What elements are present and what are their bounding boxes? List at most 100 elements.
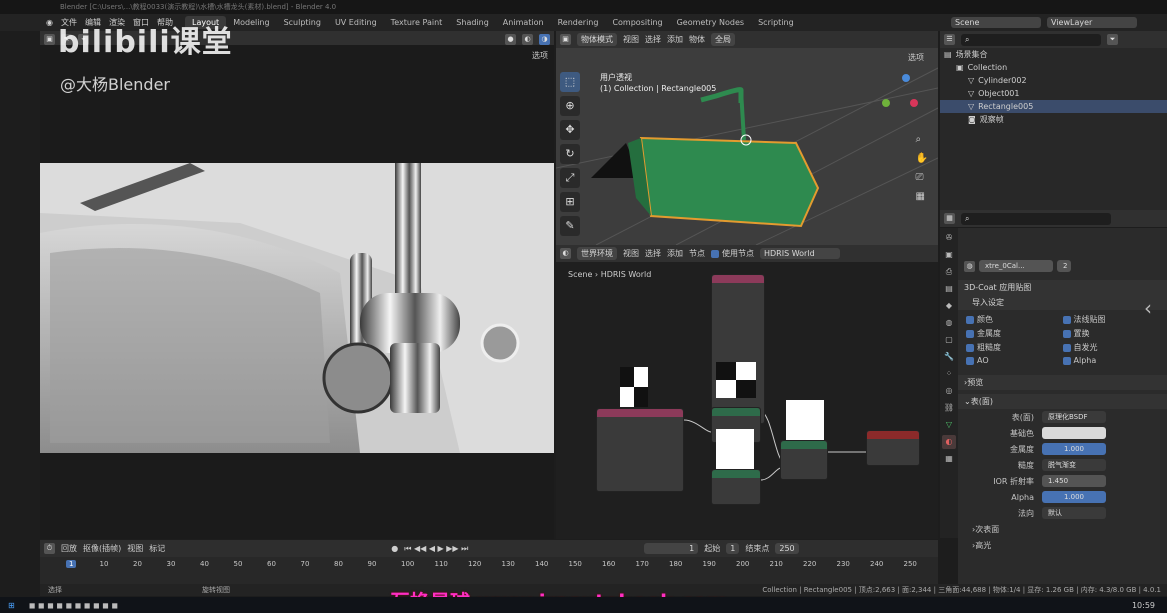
select-box-tool-icon[interactable]: ⬚: [560, 72, 580, 92]
viewport-menu-select[interactable]: 选择: [645, 34, 661, 45]
check-displacement[interactable]: 置换: [1062, 328, 1160, 339]
import-section-header[interactable]: 导入设定: [958, 295, 1167, 310]
annotate-tool-icon[interactable]: ✎: [560, 216, 580, 236]
specular-subpanel[interactable]: › 高光: [958, 537, 1167, 553]
end-frame-field[interactable]: 250: [775, 543, 799, 554]
windows-start-icon[interactable]: ⊞: [8, 601, 15, 610]
shading-material-icon[interactable]: ◐: [522, 34, 533, 45]
record-icon[interactable]: ●: [391, 544, 398, 553]
physics-tab-icon[interactable]: ◎: [942, 384, 956, 398]
taskbar-app-icons[interactable]: ◼ ◼ ◼ ◼ ◼ ◼ ◼ ◼ ◼ ◼: [29, 601, 118, 610]
view-layer-selector[interactable]: ViewLayer: [1047, 17, 1137, 28]
collection-tab-icon[interactable]: ▢: [942, 333, 956, 347]
surface-shader-field[interactable]: 原理化BSDF: [1042, 411, 1106, 423]
tab-sculpting[interactable]: Sculpting: [277, 16, 328, 29]
scene-tab-icon[interactable]: ◆: [942, 299, 956, 313]
object-mode-dropdown[interactable]: 物体模式: [577, 33, 617, 46]
use-nodes-checkbox[interactable]: 使用节点: [711, 248, 754, 259]
timeline-type-icon[interactable]: ⏱: [44, 543, 55, 554]
tool-tab-icon[interactable]: ✇: [942, 231, 956, 245]
constraints-tab-icon[interactable]: ⛓: [942, 401, 956, 415]
node-mix-group[interactable]: [711, 274, 765, 424]
tab-uv-editing[interactable]: UV Editing: [328, 16, 384, 29]
shading-solid-icon[interactable]: ●: [505, 34, 516, 45]
node-background[interactable]: [711, 469, 761, 505]
viewport-menu-object[interactable]: 物体: [689, 34, 705, 45]
shading-rendered-icon[interactable]: ◑: [539, 34, 550, 45]
scroll-right-arrow-icon[interactable]: ‹: [1144, 296, 1152, 320]
world-tab-icon[interactable]: ◍: [942, 316, 956, 330]
normal-field[interactable]: 默认: [1042, 507, 1106, 519]
transform-orientation-dropdown[interactable]: 全局: [711, 33, 735, 46]
viewport-menu-add[interactable]: 添加: [667, 34, 683, 45]
node-world-output[interactable]: [866, 430, 920, 466]
blender-logo-icon[interactable]: ◉: [46, 18, 53, 27]
timeline-view-menu[interactable]: 视图: [127, 543, 143, 554]
outliner-root[interactable]: ▤ 场景集合: [940, 48, 1167, 61]
ior-field[interactable]: 1.450: [1042, 475, 1106, 487]
outliner-type-icon[interactable]: ☰: [944, 34, 955, 45]
check-metallic[interactable]: 金属度: [966, 328, 1063, 339]
start-frame-field[interactable]: 1: [726, 543, 740, 554]
viewport-options-button[interactable]: 选项: [908, 52, 924, 63]
pan-hand-icon[interactable]: ✋: [916, 153, 928, 164]
particles-tab-icon[interactable]: ⁘: [942, 367, 956, 381]
view-layer-tab-icon[interactable]: ▤: [942, 282, 956, 296]
output-tab-icon[interactable]: ⎙: [942, 265, 956, 279]
viewport-editor-type-icon[interactable]: ▣: [560, 34, 571, 45]
check-roughness[interactable]: 粗糙度: [966, 342, 1063, 353]
current-frame-field[interactable]: 1: [644, 543, 699, 554]
timeline-ruler[interactable]: 1 10 20 30 40 50 60 70 80 90 100 110 120 130 140 150 160…: [66, 557, 917, 575]
texture-tab-icon[interactable]: ▦: [942, 452, 956, 466]
playback-controls[interactable]: ⏮ ◀◀ ◀ ▶ ▶▶ ⏭: [404, 544, 468, 554]
3d-viewport[interactable]: 用户透视 (1) Collection | Rectangle005 选项 ⌕ …: [556, 48, 938, 245]
editor-type-icon[interactable]: ▣: [44, 34, 55, 45]
addon-section-header[interactable]: 3D-Coat 应用贴图: [958, 280, 1167, 295]
material-users-count[interactable]: 2: [1057, 260, 1071, 272]
playback-menu[interactable]: 回放: [61, 543, 77, 554]
tab-rendering[interactable]: Rendering: [551, 16, 606, 29]
node-mix-shader[interactable]: [780, 440, 828, 480]
cursor-tool-icon[interactable]: ⊕: [560, 96, 580, 116]
camera-view-icon[interactable]: ⎚: [916, 172, 928, 183]
check-emission[interactable]: 自发光: [1062, 342, 1160, 353]
material-tab-icon[interactable]: ◐: [942, 435, 956, 449]
tab-texture-paint[interactable]: Texture Paint: [384, 16, 450, 29]
keying-menu[interactable]: 抠像(插帧): [83, 543, 121, 554]
move-tool-icon[interactable]: ✥: [560, 120, 580, 140]
render-tab-icon[interactable]: ▣: [942, 248, 956, 262]
outliner-row-cylinder002[interactable]: ▽ Cylinder002: [940, 74, 1167, 87]
outliner-row-collection[interactable]: ▣ Collection: [940, 61, 1167, 74]
modifier-tab-icon[interactable]: 🔧: [942, 350, 956, 364]
tab-modeling[interactable]: Modeling: [226, 16, 276, 29]
rotate-tool-icon[interactable]: ↻: [560, 144, 580, 164]
metallic-field[interactable]: 1.000: [1042, 443, 1106, 455]
tab-geometry-nodes[interactable]: Geometry Nodes: [670, 16, 751, 29]
scene-selector[interactable]: Scene: [951, 17, 1041, 28]
check-ao[interactable]: AO: [966, 356, 1063, 365]
surface-section-header[interactable]: ⌄ 表(面): [958, 394, 1167, 409]
check-color[interactable]: 颜色: [966, 314, 1063, 325]
node-menu-view[interactable]: 视图: [623, 248, 639, 259]
left-options-button[interactable]: 选项: [532, 50, 548, 61]
grid-view-icon[interactable]: ▦: [916, 191, 928, 202]
data-tab-icon[interactable]: ▽: [942, 418, 956, 432]
roughness-field[interactable]: 脱气渐变: [1042, 459, 1106, 471]
node-editor-canvas[interactable]: Scene › HDRIS World: [556, 262, 938, 539]
preview-section-header[interactable]: › 预览: [958, 375, 1167, 390]
check-alpha[interactable]: Alpha: [1062, 356, 1160, 365]
outliner-row-camera[interactable]: ◙ 观察帧: [940, 113, 1167, 126]
tab-animation[interactable]: Animation: [496, 16, 551, 29]
filter-icon[interactable]: ⏷: [1107, 34, 1118, 45]
viewport-menu-view[interactable]: 视图: [623, 34, 639, 45]
properties-type-icon[interactable]: ▦: [944, 213, 955, 224]
tab-shading[interactable]: Shading: [449, 16, 496, 29]
node-menu-node[interactable]: 节点: [689, 248, 705, 259]
zoom-icon[interactable]: ⌕: [916, 134, 928, 145]
node-editor-type-icon[interactable]: ◐: [560, 248, 571, 259]
tab-compositing[interactable]: Compositing: [605, 16, 669, 29]
shader-type-dropdown[interactable]: 世界环境: [577, 247, 617, 260]
node-menu-add[interactable]: 添加: [667, 248, 683, 259]
transform-tool-icon[interactable]: ⊞: [560, 192, 580, 212]
node-environment-texture[interactable]: [596, 408, 684, 492]
